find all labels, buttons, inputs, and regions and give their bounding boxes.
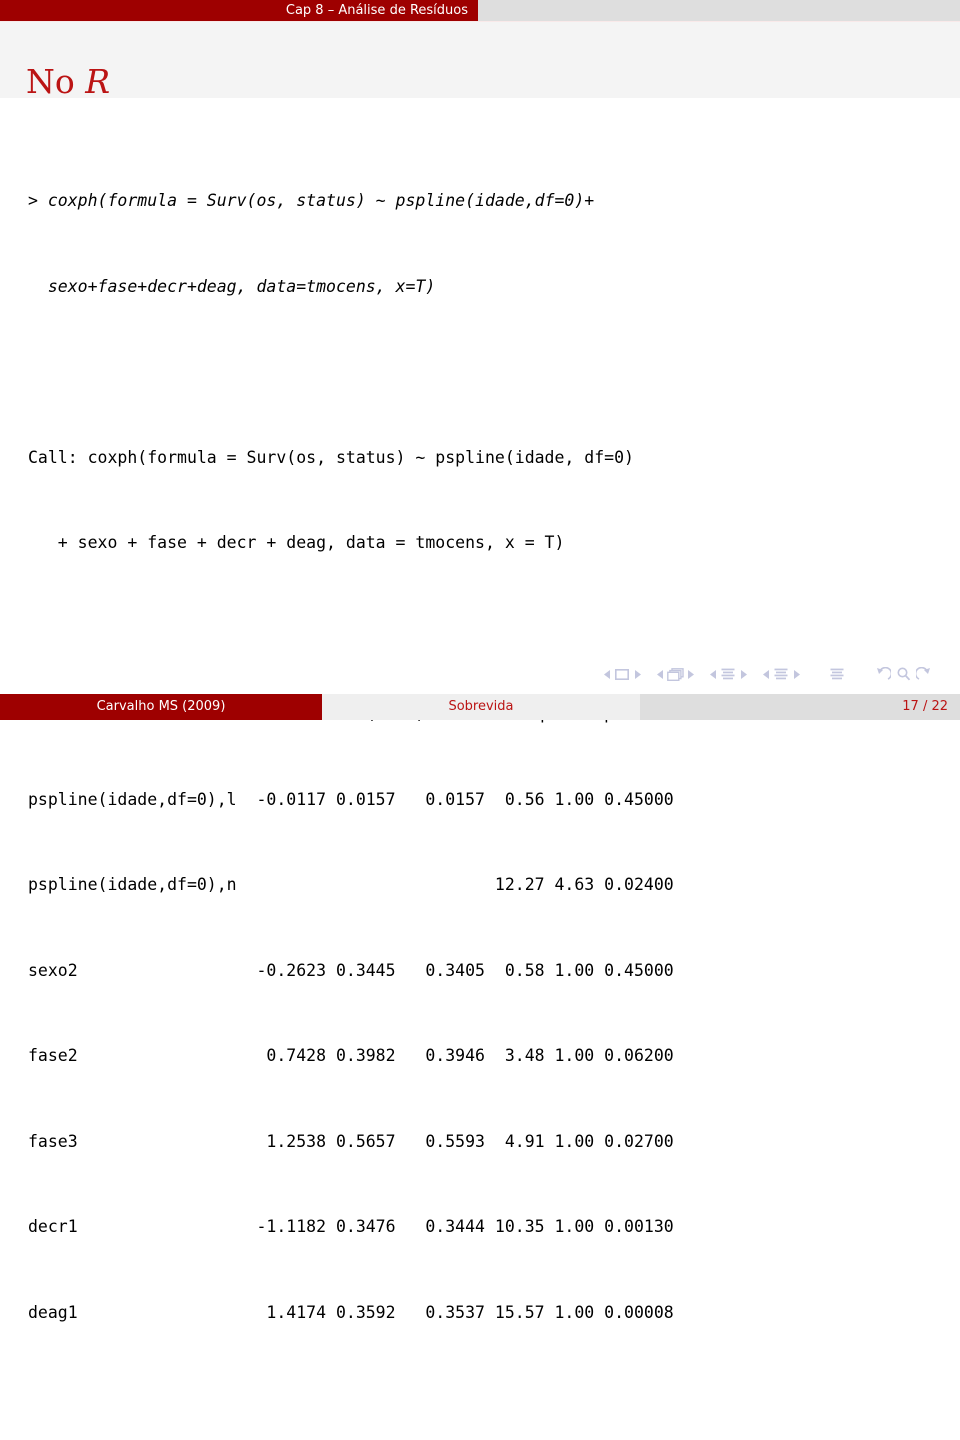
page-title: No R [26,62,110,101]
table-row: pspline(idade,df=0),l -0.0117 0.0157 0.0… [28,789,674,809]
table-row: fase2 0.7428 0.3982 0.3946 3.48 1.00 0.0… [28,1046,674,1065]
frame-symbol-icon[interactable] [665,665,685,683]
page-title-math: R [85,62,111,101]
table-row: deag1 1.4174 0.3592 0.3537 15.57 1.00 0.… [28,1302,674,1322]
nav-group-subsection [708,665,748,683]
nav-group-section [761,665,801,683]
subsection-next-icon[interactable] [738,665,748,683]
table-row: sexo2 -0.2623 0.3445 0.3405 0.58 1.00 0.… [28,960,674,980]
r-console-output: > coxph(formula = Surv(os, status) ~ psp… [28,130,674,1440]
slide-prev-icon[interactable] [602,665,612,683]
footer-bar: Carvalho MS (2009) Sobrevida 17 / 22 [0,694,960,720]
frame-next-icon[interactable] [685,665,695,683]
table-row: fase3 1.2538 0.5657 0.5593 4.91 1.00 0.0… [28,1131,674,1151]
console-prompt-line-2: sexo+fase+decr+deag, data=tmocens, x=T) [28,276,436,296]
slide-next-icon[interactable] [632,665,642,683]
console-spacer-1 [28,358,674,387]
console-spacer-2 [28,615,674,644]
footer-title: Sobrevida [322,694,640,720]
section-prev-icon[interactable] [761,665,771,683]
nav-group-slide [602,665,642,683]
section-next-icon[interactable] [791,665,801,683]
subsection-prev-icon[interactable] [708,665,718,683]
header-bar: Cap 8 – Análise de Resíduos [0,0,960,21]
console-call-line-2: + sexo + fase + decr + deag, data = tmoc… [28,533,565,552]
frame-title-band: No R [0,22,960,101]
nav-group-history [873,665,933,683]
slide-content: > coxph(formula = Surv(os, status) ~ psp… [0,98,960,1322]
slide-symbol-icon[interactable] [612,665,632,683]
section-symbol-icon[interactable] [771,665,791,683]
footer-author: Carvalho MS (2009) [0,694,322,720]
nav-group-frame [655,665,695,683]
console-call-line-1: Call: coxph(formula = Surv(os, status) ~… [28,447,634,467]
subsection-symbol-icon[interactable] [718,665,738,683]
console-spacer-3 [28,1384,674,1413]
nav-group-document [827,665,847,683]
document-symbol-icon[interactable] [827,665,847,683]
section-title: Cap 8 – Análise de Resíduos [0,0,478,21]
table-row: decr1 -1.1182 0.3476 0.3444 10.35 1.00 0… [28,1217,674,1236]
footer-page-number: 17 / 22 [640,694,960,720]
console-prompt-line-1: > coxph(formula = Surv(os, status) ~ psp… [28,191,595,210]
page-title-text: No [26,62,75,101]
table-row: pspline(idade,df=0),n 12.27 4.63 0.02400 [28,875,674,894]
frame-prev-icon[interactable] [655,665,665,683]
search-icon[interactable] [893,665,913,683]
beamer-navigation-bar [0,664,960,690]
forward-arrow-icon[interactable] [913,665,933,683]
back-arrow-icon[interactable] [873,665,893,683]
